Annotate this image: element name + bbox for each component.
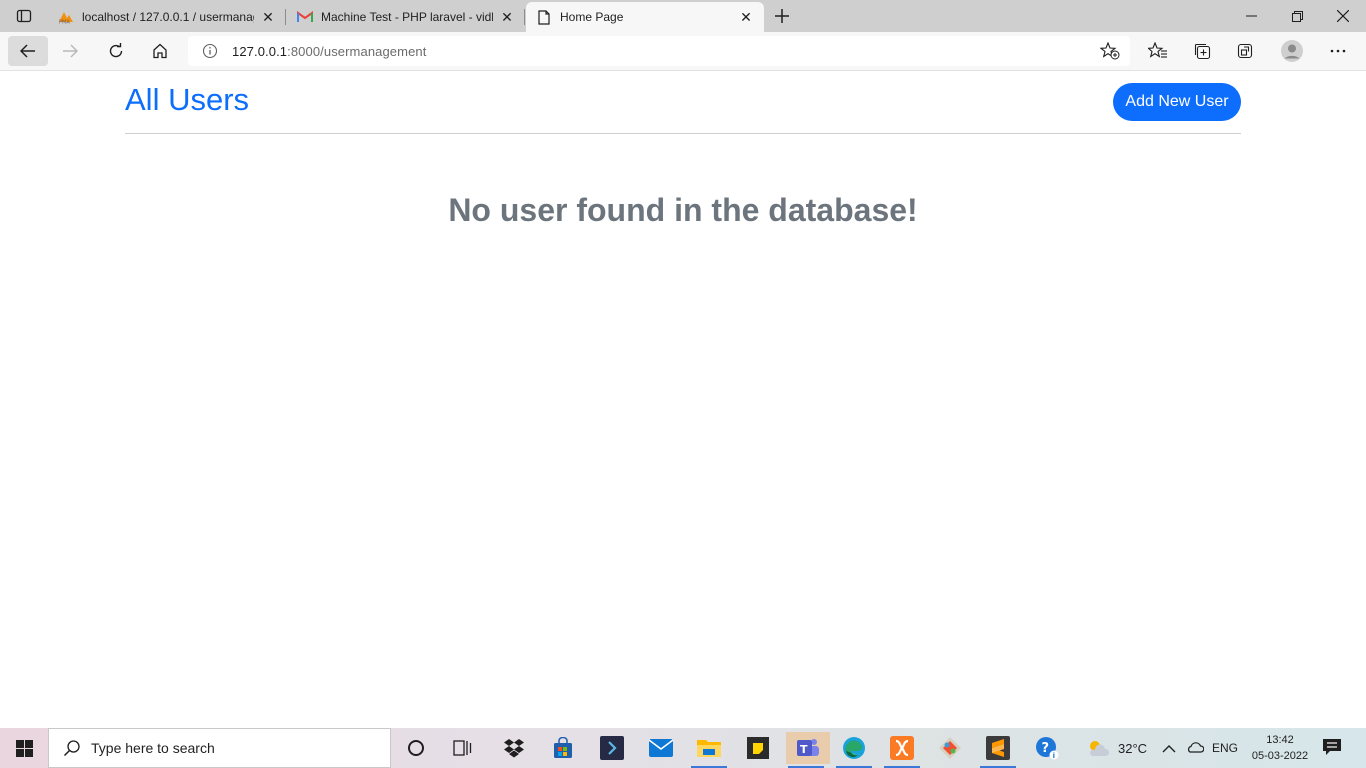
sublime-text-icon[interactable] <box>978 732 1018 768</box>
page-title: All Users <box>125 82 250 117</box>
tab-title: localhost / 127.0.0.1 / usermanag <box>82 10 254 24</box>
tab-actions-icon[interactable] <box>8 4 40 28</box>
svg-text:PMA: PMA <box>59 20 70 25</box>
url-host: 127.0.0.1 <box>232 43 288 59</box>
dropbox-icon[interactable] <box>494 732 534 764</box>
url-path: :8000/usermanagement <box>287 43 427 59</box>
address-bar[interactable]: 127.0.0.1:8000/usermanagement <box>188 36 1130 66</box>
task-view-icon[interactable] <box>443 732 483 764</box>
browser-tab-strip: PMA localhost / 127.0.0.1 / usermanag ✕ … <box>0 0 1366 32</box>
back-icon[interactable] <box>8 36 48 66</box>
taskbar-search-box[interactable]: Type here to search <box>48 728 391 768</box>
close-tab-icon[interactable]: ✕ <box>499 9 515 25</box>
extensions-icon[interactable] <box>1227 36 1263 66</box>
header-divider <box>125 133 1241 134</box>
search-icon <box>63 739 81 757</box>
page-content: All Users Add New User No user found in … <box>0 72 1366 728</box>
add-favorite-icon[interactable] <box>1099 41 1120 60</box>
tab-title: Machine Test - PHP laravel - vidh <box>321 10 493 24</box>
url-text: 127.0.0.1:8000/usermanagement <box>232 44 426 59</box>
sticky-notes-icon[interactable] <box>738 732 778 764</box>
new-tab-icon[interactable] <box>770 4 794 28</box>
phpmyadmin-icon: PMA <box>58 9 74 25</box>
windows-taskbar: Type here to search T ? i 32°C ENG 13:42… <box>0 728 1366 768</box>
input-language[interactable]: ENG <box>1212 741 1238 755</box>
empty-state-message: No user found in the database! <box>448 192 918 228</box>
profile-avatar[interactable] <box>1274 36 1310 66</box>
home-icon[interactable] <box>142 36 178 66</box>
more-options-icon[interactable] <box>1320 36 1356 66</box>
page-icon <box>536 9 552 25</box>
windows-start-icon[interactable] <box>0 728 48 768</box>
powershell-icon[interactable] <box>592 732 632 764</box>
close-tab-icon[interactable]: ✕ <box>738 9 754 25</box>
clock-time: 13:42 <box>1266 734 1294 746</box>
search-placeholder: Type here to search <box>91 740 215 756</box>
minimize-icon[interactable] <box>1228 0 1274 32</box>
tab-phpmyadmin[interactable]: PMA localhost / 127.0.0.1 / usermanag ✕ <box>48 2 286 32</box>
file-explorer-icon[interactable] <box>689 732 729 768</box>
xampp-icon[interactable] <box>882 732 922 768</box>
onedrive-cloud-icon[interactable] <box>1186 740 1206 756</box>
system-clock[interactable]: 13:42 05-03-2022 <box>1240 732 1320 764</box>
svg-text:?: ? <box>1042 741 1050 756</box>
favorites-icon[interactable] <box>1140 36 1176 66</box>
forward-icon[interactable] <box>52 36 88 66</box>
svg-text:T: T <box>800 743 808 756</box>
chevron-up-icon[interactable] <box>1162 740 1178 756</box>
add-new-user-button[interactable]: Add New User <box>1113 83 1241 121</box>
svg-text:i: i <box>1053 752 1055 760</box>
weather-icon[interactable] <box>1086 738 1110 758</box>
help-icon[interactable]: ? i <box>1027 732 1067 764</box>
close-tab-icon[interactable]: ✕ <box>260 9 276 25</box>
gmail-icon <box>297 9 313 25</box>
weather-temperature[interactable]: 32°C <box>1118 741 1147 756</box>
tab-gmail[interactable]: Machine Test - PHP laravel - vidh ✕ <box>287 2 525 32</box>
git-icon[interactable] <box>930 732 970 764</box>
refresh-icon[interactable] <box>98 36 134 66</box>
cortana-icon[interactable] <box>396 732 436 764</box>
collections-icon[interactable] <box>1184 36 1220 66</box>
teams-icon[interactable]: T <box>786 732 830 768</box>
restore-icon[interactable] <box>1274 0 1320 32</box>
notifications-icon[interactable] <box>1322 738 1344 758</box>
site-info-icon[interactable] <box>202 43 218 59</box>
tab-title: Home Page <box>560 10 624 24</box>
close-window-icon[interactable] <box>1320 0 1366 32</box>
mail-icon[interactable] <box>641 732 681 764</box>
tab-home-page[interactable]: Home Page ✕ <box>526 2 764 32</box>
edge-icon[interactable] <box>834 732 874 768</box>
browser-toolbar: 127.0.0.1:8000/usermanagement <box>0 32 1366 71</box>
clock-date: 05-03-2022 <box>1251 750 1309 762</box>
microsoft-store-icon[interactable] <box>543 732 583 764</box>
